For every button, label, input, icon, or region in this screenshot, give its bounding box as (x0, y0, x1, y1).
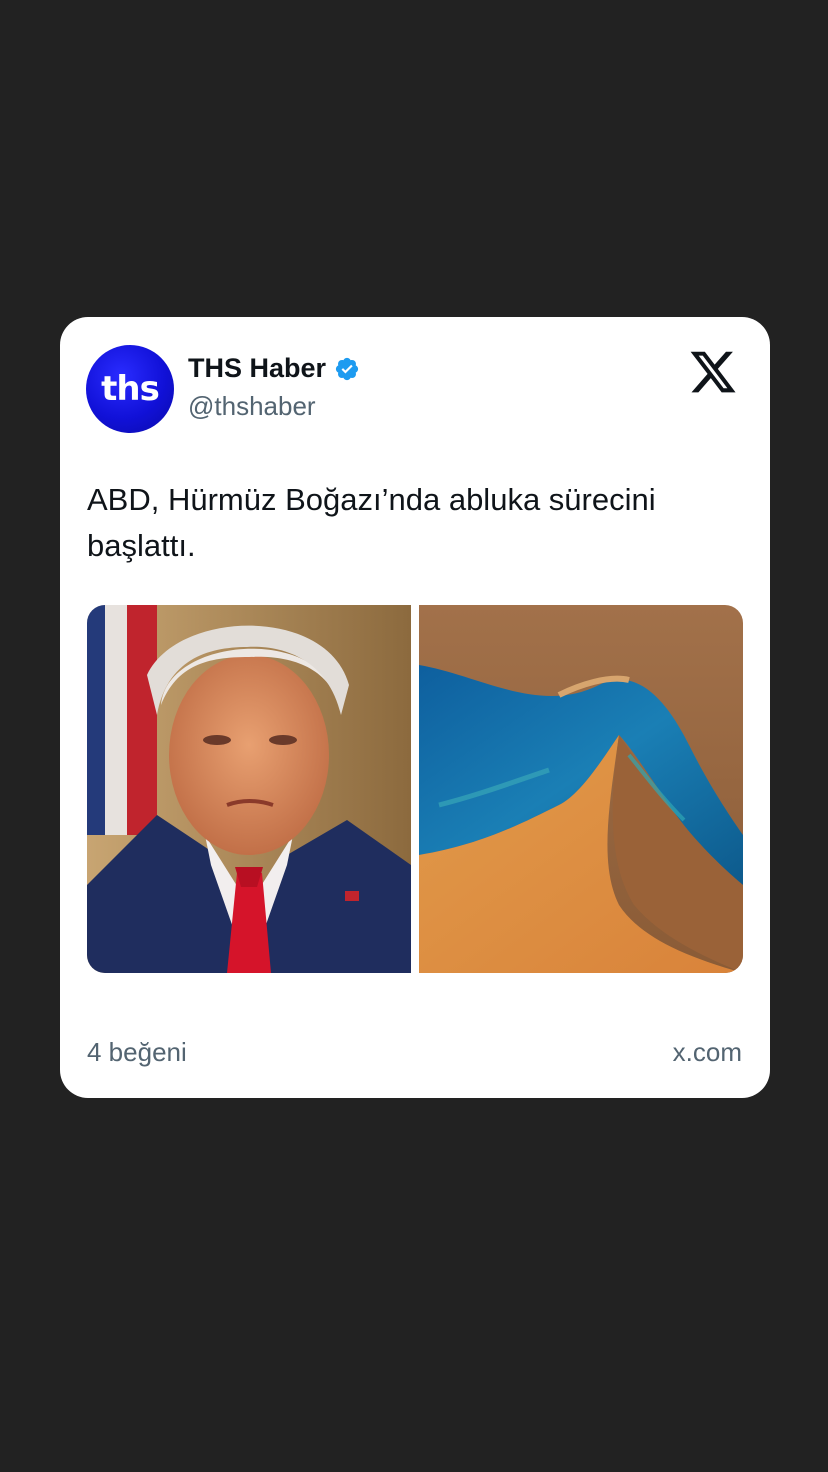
media-grid[interactable] (87, 605, 743, 973)
avatar[interactable]: ths (86, 345, 174, 433)
satellite-strait-photo[interactable] (419, 605, 743, 973)
tweet-text: ABD, Hürmüz Boğazı’nda abluka sürecini b… (87, 482, 656, 563)
source-link[interactable]: x.com (673, 1037, 742, 1068)
portrait-photo[interactable] (87, 605, 411, 973)
verified-badge-icon (335, 357, 359, 380)
avatar-text: ths (101, 369, 160, 409)
satellite-strait-photo-image (419, 605, 743, 973)
like-count[interactable]: 4 beğeni (87, 1037, 187, 1068)
portrait-photo-image (87, 605, 411, 973)
author-name-row: THS Haber (188, 353, 360, 384)
handle[interactable]: @thshaber (188, 391, 316, 422)
tweet-card[interactable]: ths THS Haber @thshaber ABD, Hürmüz Boğa… (60, 317, 770, 1098)
x-logo-icon[interactable] (688, 347, 738, 397)
display-name[interactable]: THS Haber (188, 353, 326, 384)
